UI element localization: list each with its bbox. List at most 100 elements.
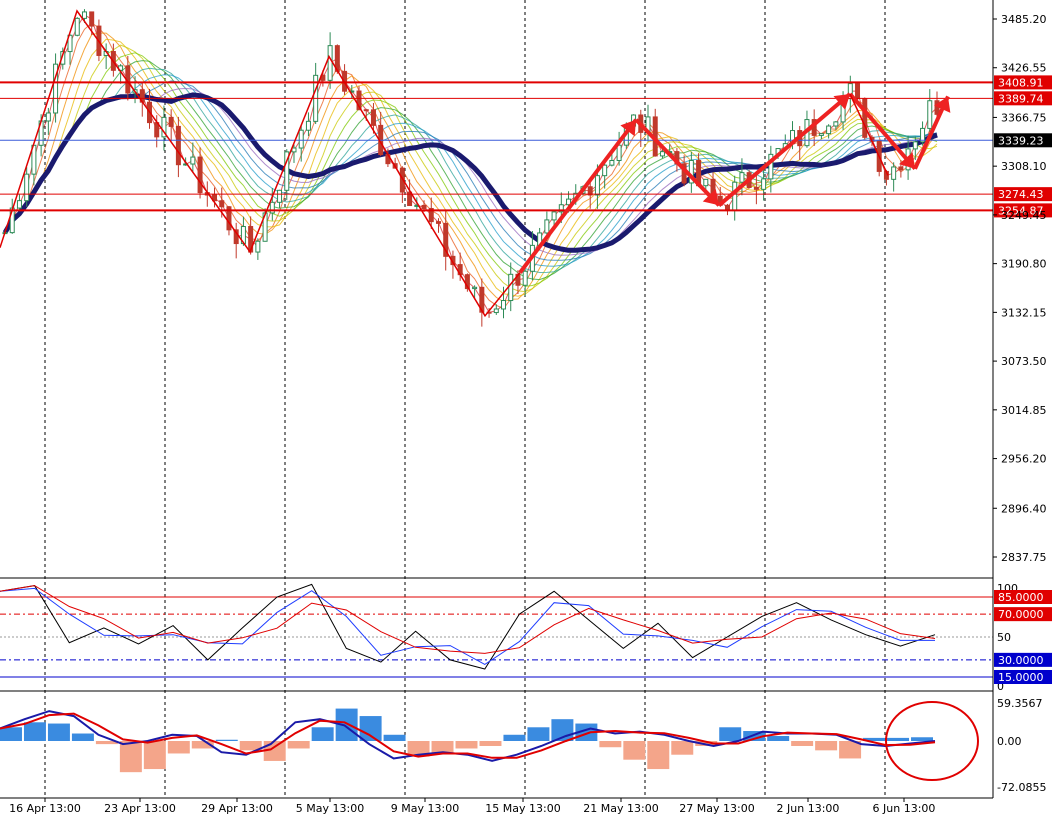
candle-body	[370, 109, 376, 126]
stochastic-level-label: 70.0000	[998, 608, 1044, 621]
macd-histogram-bar	[815, 741, 838, 751]
candle-body	[544, 219, 550, 234]
candle-body	[277, 189, 283, 203]
candle-body	[522, 270, 528, 286]
candle-body	[219, 200, 225, 208]
candle-body	[89, 11, 95, 27]
macd-histogram-bar	[623, 741, 646, 760]
macd-histogram-bar	[71, 733, 94, 741]
stochastic-level-label: 15.0000	[998, 671, 1044, 684]
macd-histogram-bar	[23, 722, 46, 741]
macd-histogram-bar	[887, 737, 910, 741]
candle-body	[291, 147, 297, 153]
time-tick-label: 21 May 13:00	[583, 802, 658, 815]
time-tick-label: 29 Apr 13:00	[201, 802, 273, 815]
macd-histogram-bar	[311, 727, 334, 741]
candle-body	[927, 100, 933, 129]
candle-body	[74, 17, 80, 36]
candle-body	[190, 156, 196, 165]
candle-body	[833, 121, 839, 127]
macd-histogram-bar	[287, 741, 310, 749]
macd-histogram-bar	[383, 734, 406, 741]
candle-body	[732, 181, 738, 212]
candle-body	[175, 125, 181, 166]
macd-histogram-bar	[359, 716, 382, 741]
candle-body	[826, 125, 832, 135]
candle-body	[898, 166, 904, 171]
time-tick-label: 16 Apr 13:00	[9, 802, 81, 815]
price-tick-label: 3485.20	[1001, 13, 1047, 26]
candle-body	[305, 120, 311, 131]
macd-histogram-bar	[119, 741, 142, 773]
price-level-label: 3339.23	[998, 134, 1044, 147]
macd-histogram-bar	[479, 741, 502, 746]
price-tick-label: 2896.40	[1001, 502, 1047, 515]
macd-axis-label: 0.00	[997, 735, 1022, 748]
candle-body	[81, 11, 87, 19]
macd-axis-label: -72.0855	[997, 781, 1046, 794]
price-tick-label: 3308.10	[1001, 160, 1047, 173]
candle-body	[602, 164, 608, 177]
macd-histogram-bar	[911, 737, 933, 741]
macd-histogram-bar	[599, 741, 622, 748]
macd-histogram-bar	[719, 727, 742, 741]
macd-histogram-bar	[167, 741, 190, 754]
candle-body	[363, 109, 369, 112]
candle-body	[912, 141, 918, 150]
macd-histogram-bar	[215, 739, 238, 741]
stochastic-level-label: 85.0000	[998, 591, 1044, 604]
candle-body	[493, 308, 499, 314]
candle-body	[616, 144, 622, 161]
macd-histogram-bar	[527, 727, 550, 741]
price-level-label: 3274.43	[998, 188, 1044, 201]
candle-body	[298, 129, 304, 149]
time-tick-label: 5 May 13:00	[296, 802, 364, 815]
candle-body	[855, 83, 861, 100]
price-tick-label: 2956.20	[1001, 453, 1047, 466]
macd-histogram-bar	[791, 741, 814, 746]
candle-body	[435, 221, 441, 224]
candle-body	[739, 172, 745, 183]
stochastic-level-label: 30.0000	[998, 654, 1044, 667]
candle-body	[761, 178, 767, 190]
candle-body	[24, 173, 30, 202]
candle-body	[508, 273, 514, 302]
time-tick-label: 6 Jun 13:00	[873, 802, 936, 815]
candle-body	[255, 240, 261, 253]
macd-axis-label: 59.3567	[997, 697, 1043, 710]
price-level-label: 3389.74	[998, 92, 1044, 105]
candle-body	[45, 112, 51, 122]
price-level-label: 3408.91	[998, 76, 1044, 89]
macd-histogram-bar	[455, 741, 478, 749]
macd-histogram-bar	[47, 723, 70, 741]
candle-body	[197, 156, 203, 194]
time-tick-label: 15 May 13:00	[485, 802, 560, 815]
time-tick-label: 23 Apr 13:00	[104, 802, 176, 815]
macd-histogram-bar	[671, 741, 694, 755]
price-tick-label: 2837.75	[1001, 551, 1047, 564]
candle-body	[168, 116, 174, 127]
candle-body	[551, 211, 557, 221]
price-tick-label: 3426.55	[1001, 62, 1047, 75]
macd-histogram-bar	[503, 734, 526, 741]
price-tick-label: 3073.50	[1001, 355, 1047, 368]
time-tick-label: 2 Jun 13:00	[777, 802, 840, 815]
price-tick-label: 3249.45	[1001, 209, 1047, 222]
price-tick-label: 3190.80	[1001, 258, 1047, 271]
macd-histogram-bar	[143, 741, 166, 770]
time-tick-label: 9 May 13:00	[391, 802, 459, 815]
candle-body	[753, 186, 759, 190]
time-tick-label: 27 May 13:00	[679, 802, 754, 815]
stochastic-axis-label: 50	[997, 631, 1011, 644]
price-tick-label: 3366.75	[1001, 111, 1047, 124]
price-tick-label: 3014.85	[1001, 404, 1047, 417]
candle-body	[609, 159, 615, 166]
candle-body	[659, 151, 665, 157]
macd-histogram-bar	[0, 727, 22, 741]
price-chart[interactable]: 3408.913389.743339.233274.433254.87 1005…	[0, 0, 1060, 819]
candle-body	[891, 166, 897, 180]
candle-body	[327, 45, 333, 81]
price-tick-label: 3132.15	[1001, 306, 1047, 319]
candle-body	[594, 175, 600, 196]
macd-histogram-bar	[767, 736, 790, 741]
